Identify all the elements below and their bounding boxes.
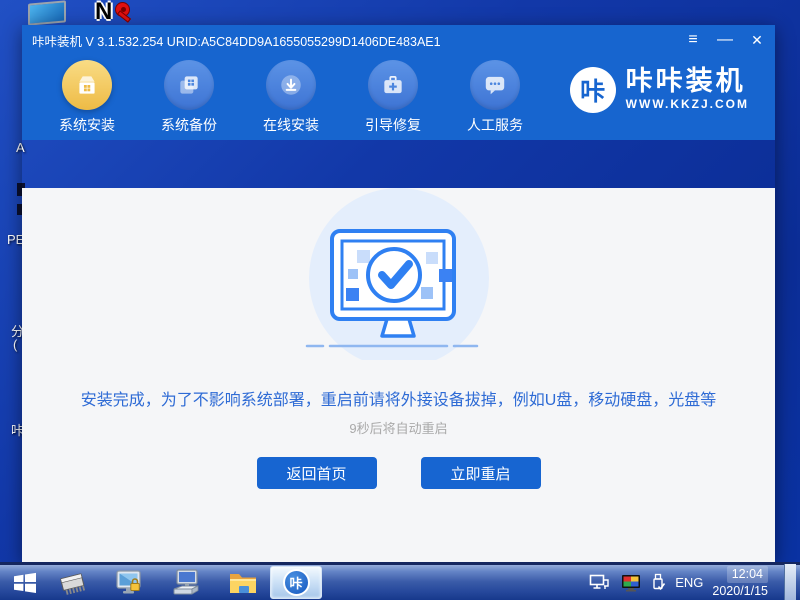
install-box-icon <box>62 60 112 110</box>
window-title: 咔咔装机 V 3.1.532.254 URID:A5C84DD9A1655055… <box>32 31 685 50</box>
menu-icon[interactable]: ≡ <box>685 32 701 48</box>
nav-bar: 系统安装 系统备份 <box>22 55 775 140</box>
brand-name: 咔咔装机 <box>626 67 749 95</box>
desktop-monitor-icon[interactable] <box>28 0 66 25</box>
brand-url: WWW.KKZJ.COM <box>626 97 749 111</box>
kaka-logo-icon: 咔 <box>570 67 616 113</box>
nav-label: 系统备份 <box>138 115 240 135</box>
taskbar-folder-icon[interactable] <box>226 567 260 599</box>
language-indicator[interactable]: ENG <box>675 575 703 590</box>
nav-item-system-backup[interactable]: 系统备份 <box>138 55 240 140</box>
title-bar[interactable]: 咔咔装机 V 3.1.532.254 URID:A5C84DD9A1655055… <box>22 25 775 55</box>
taskbar: 咔 <box>0 562 800 600</box>
taskbar-kaka-button[interactable]: 咔 <box>270 566 322 599</box>
nav-item-system-install[interactable]: 系统安装 <box>36 55 138 140</box>
desktop-background: N A PE 分 ( 咔 咔咔装机 V 3.1.532.254 URID:A5C… <box>0 0 800 600</box>
kaka-app-icon: 咔 <box>283 569 310 596</box>
nav-label: 引导修复 <box>342 115 444 135</box>
boot-repair-icon <box>368 60 418 110</box>
taskbar-display-lock-icon[interactable] <box>112 567 146 599</box>
online-download-icon <box>266 60 316 110</box>
restart-now-button[interactable]: 立即重启 <box>421 457 541 489</box>
taskbar-keyboard-icon[interactable] <box>170 567 204 599</box>
nav-item-online-install[interactable]: 在线安装 <box>240 55 342 140</box>
windows-logo-icon <box>11 569 39 597</box>
desktop-icon-label: ( <box>13 337 17 352</box>
main-content: 安装完成，为了不影响系统部署，重启前请将外接设备拔掉，例如U盘，移动硬盘，光盘等… <box>22 188 775 600</box>
nav-item-boot-repair[interactable]: 引导修复 <box>342 55 444 140</box>
monitor-check-icon <box>299 188 499 360</box>
nav-label: 人工服务 <box>444 115 546 135</box>
brand-logo: 咔 咔咔装机 WWW.KKZJ.COM <box>570 67 749 113</box>
return-home-button[interactable]: 返回首页 <box>257 457 377 489</box>
installer-window: 咔咔装机 V 3.1.532.254 URID:A5C84DD9A1655055… <box>22 25 775 562</box>
display-color-icon[interactable] <box>620 574 642 592</box>
nav-label: 系统安装 <box>36 115 138 135</box>
taskbar-clock[interactable]: 12:04 2020/1/15 <box>712 566 768 599</box>
taskbar-chip-icon[interactable] <box>56 567 90 599</box>
clock-time: 12:04 <box>727 566 768 582</box>
start-button[interactable] <box>8 567 42 599</box>
nav-item-support[interactable]: 人工服务 <box>444 55 546 140</box>
system-tray: ENG 12:04 2020/1/15 <box>589 564 800 600</box>
usb-icon[interactable] <box>651 573 666 592</box>
support-chat-icon <box>470 60 520 110</box>
minimize-icon[interactable]: — <box>717 32 733 48</box>
nav-label: 在线安装 <box>240 115 342 135</box>
backup-layers-icon <box>164 60 214 110</box>
network-icon[interactable] <box>589 574 611 592</box>
clock-date: 2020/1/15 <box>712 584 768 598</box>
show-desktop-button[interactable] <box>784 564 796 600</box>
restart-countdown: 9秒后将自动重启 <box>22 418 775 437</box>
completion-message: 安装完成，为了不影响系统部署，重启前请将外接设备拔掉，例如U盘，移动硬盘，光盘等 <box>22 386 775 410</box>
desktop-key-icon[interactable]: N <box>95 0 139 25</box>
close-icon[interactable]: ✕ <box>749 33 765 47</box>
